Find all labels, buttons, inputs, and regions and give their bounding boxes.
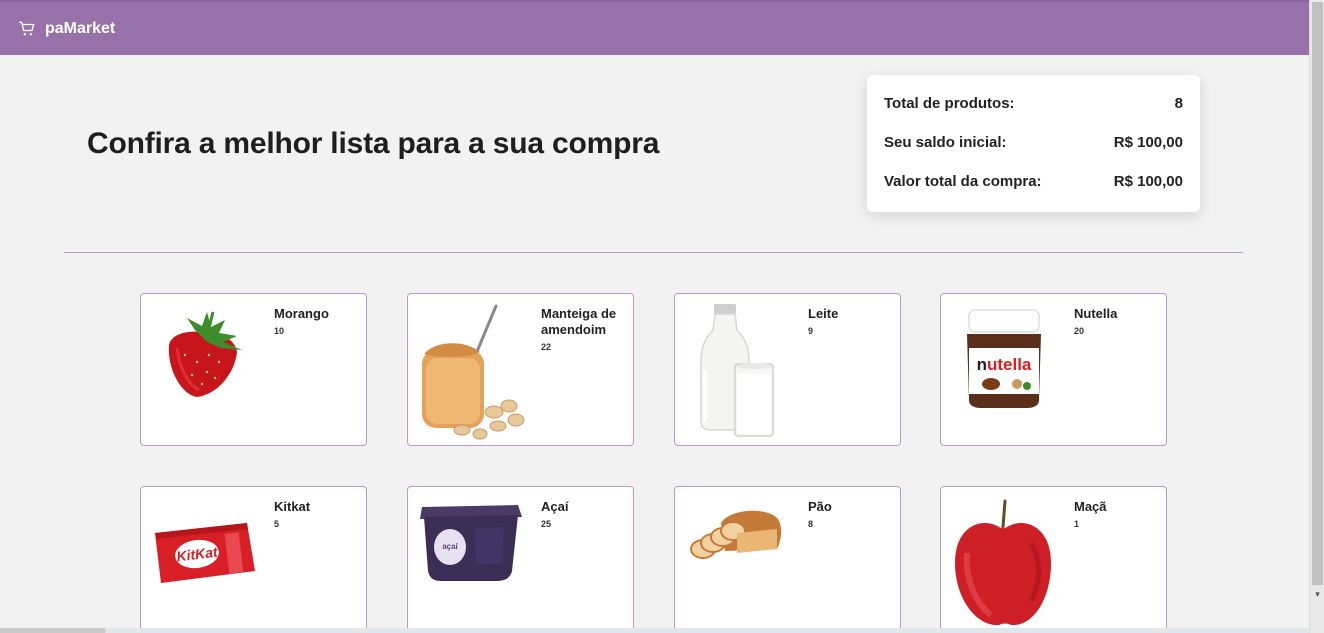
product-name: Manteiga de amendoim: [541, 306, 617, 337]
product-card-peanut-butter[interactable]: Manteiga de amendoim 22: [407, 293, 634, 446]
product-card-kitkat[interactable]: KitKat Kitkat 5: [140, 486, 367, 633]
brand-name[interactable]: paMarket: [45, 20, 115, 38]
product-card-leite[interactable]: Leite 9: [674, 293, 901, 446]
product-info: Açaí 25: [541, 499, 629, 532]
product-card-morango[interactable]: Morango 10: [140, 293, 367, 446]
acai-image: açaí: [420, 505, 522, 581]
svg-text:nutella: nutella: [977, 355, 1032, 374]
summary-value: 8: [1174, 95, 1183, 112]
summary-row-total-value: Valor total da compra: R$ 100,00: [884, 173, 1183, 212]
summary-label: Total de produtos:: [884, 95, 1015, 112]
apple-image: [955, 499, 1051, 626]
product-name: Maçã: [1074, 499, 1107, 514]
svg-text:açaí: açaí: [442, 542, 458, 551]
summary-row-initial-balance: Seu saldo inicial: R$ 100,00: [884, 134, 1183, 173]
product-info: Maçã 1: [1074, 499, 1162, 532]
kitkat-image: KitKat: [155, 523, 255, 583]
product-info: Nutella 20: [1074, 306, 1162, 339]
horizontal-scroll-strip: [0, 628, 1309, 633]
product-info: Manteiga de amendoim 22: [541, 306, 629, 355]
product-quantity: 20: [1074, 326, 1085, 336]
cart-icon[interactable]: [18, 20, 36, 38]
product-quantity: 22: [541, 342, 552, 352]
product-quantity: 8: [808, 519, 814, 529]
product-info: Pão 8: [808, 499, 896, 532]
product-card-pao[interactable]: Pão 8: [674, 486, 901, 633]
vertical-scrollbar[interactable]: ▾: [1309, 0, 1324, 633]
product-info: Morango 10: [274, 306, 362, 339]
peanut-butter-image: [422, 304, 525, 440]
nutella-image: nutella: [967, 309, 1041, 408]
product-card-acai[interactable]: açaí Açaí 25: [407, 486, 634, 633]
product-name: Kitkat: [274, 499, 311, 514]
horizontal-scrollbar-thumb[interactable]: [0, 628, 105, 633]
product-info: Leite 9: [808, 306, 896, 339]
summary-value: R$ 100,00: [1113, 173, 1183, 190]
product-quantity: 10: [274, 326, 285, 336]
summary-label: Seu saldo inicial:: [884, 134, 1007, 151]
product-name: Morango: [274, 306, 329, 321]
summary-row-total-products: Total de produtos: 8: [884, 95, 1183, 134]
top-bar: paMarket: [0, 0, 1309, 55]
bread-image: [690, 510, 782, 559]
summary-card: Total de produtos: 8 Seu saldo inicial: …: [867, 75, 1200, 212]
section-divider: [64, 252, 1243, 253]
milk-image: [700, 304, 774, 437]
product-quantity: 5: [274, 519, 280, 529]
summary-label: Valor total da compra:: [884, 173, 1042, 190]
product-name: Pão: [808, 499, 832, 514]
scroll-down-arrow-icon[interactable]: ▾: [1310, 587, 1324, 601]
product-quantity: 25: [541, 519, 552, 529]
product-quantity: 1: [1074, 519, 1080, 529]
product-name: Leite: [808, 306, 839, 321]
product-name: Açaí: [541, 499, 569, 514]
product-name: Nutella: [1074, 306, 1118, 321]
product-card-nutella[interactable]: nutella Nutella 20: [940, 293, 1167, 446]
page-title: Confira a melhor lista para a sua compra: [87, 127, 660, 160]
scrollbar-thumb[interactable]: [1312, 2, 1323, 585]
strawberry-image: [168, 311, 242, 397]
product-card-maca[interactable]: Maçã 1: [940, 486, 1167, 633]
summary-value: R$ 100,00: [1113, 134, 1183, 151]
product-quantity: 9: [808, 326, 814, 336]
product-info: Kitkat 5: [274, 499, 362, 532]
